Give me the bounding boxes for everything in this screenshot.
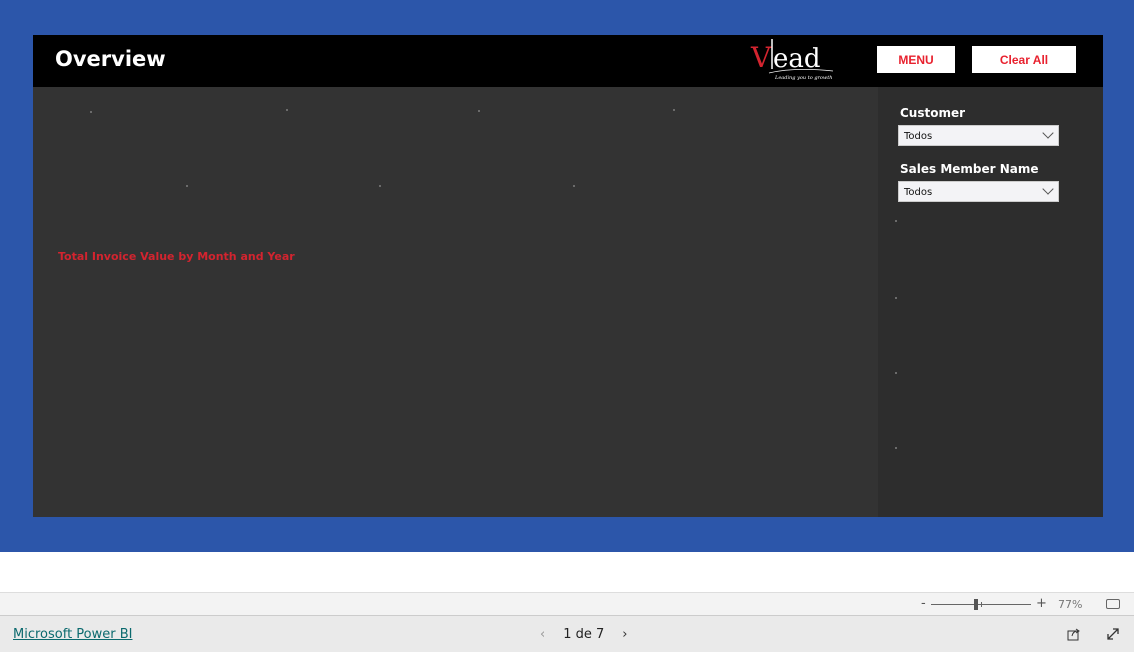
zoom-bar: - + 77% — [0, 592, 1134, 616]
sales-member-slicer-label: Sales Member Name — [900, 162, 1039, 176]
page-navigator: ‹ 1 de 7 › — [540, 627, 627, 642]
power-bi-link[interactable]: Microsoft Power BI — [13, 627, 132, 642]
placeholder-dot — [895, 447, 897, 449]
report-canvas: Overview V ead Leading you to growth MEN… — [0, 0, 1134, 552]
placeholder-dot — [379, 185, 381, 187]
fullscreen-icon[interactable] — [1106, 627, 1120, 641]
svg-text:V: V — [750, 41, 772, 74]
zoom-slider-thumb[interactable] — [974, 599, 978, 610]
placeholder-dot — [673, 109, 675, 111]
placeholder-dot — [895, 297, 897, 299]
footer-bar: Microsoft Power BI ‹ 1 de 7 › — [0, 616, 1134, 652]
report-page: Overview V ead Leading you to growth MEN… — [33, 35, 1103, 517]
placeholder-dot — [186, 185, 188, 187]
share-icon[interactable] — [1067, 627, 1081, 641]
placeholder-dot — [90, 111, 92, 113]
page-indicator: 1 de 7 — [563, 627, 605, 642]
zoom-slider[interactable] — [931, 599, 1031, 610]
next-page-button[interactable]: › — [622, 627, 627, 642]
customer-slicer-label: Customer — [900, 106, 966, 120]
menu-button[interactable]: MENU — [877, 46, 955, 73]
filter-panel: Customer Todos Sales Member Name Todos — [878, 87, 1103, 517]
fit-to-page-icon[interactable] — [1106, 599, 1120, 609]
customer-dropdown[interactable]: Todos — [898, 125, 1059, 146]
svg-text:Leading you to growth: Leading you to growth — [774, 75, 832, 81]
zoom-level: 77% — [1058, 598, 1083, 611]
placeholder-dot — [573, 185, 575, 187]
placeholder-dot — [895, 372, 897, 374]
chevron-down-icon — [1042, 183, 1054, 195]
sales-member-value: Todos — [904, 187, 933, 198]
page-title: Overview — [55, 47, 166, 71]
chevron-down-icon — [1042, 127, 1054, 139]
vlead-logo: V ead Leading you to growth — [750, 39, 834, 81]
placeholder-dot — [286, 109, 288, 111]
zoom-slider-tick — [981, 602, 982, 607]
previous-page-button[interactable]: ‹ — [540, 627, 545, 642]
clear-all-button[interactable]: Clear All — [972, 46, 1076, 73]
zoom-out-button[interactable]: - — [921, 596, 926, 611]
zoom-in-button[interactable]: + — [1036, 596, 1047, 611]
placeholder-dot — [478, 110, 480, 112]
placeholder-dot — [895, 220, 897, 222]
sales-member-dropdown[interactable]: Todos — [898, 181, 1059, 202]
report-header: Overview V ead Leading you to growth MEN… — [33, 35, 1103, 87]
customer-value: Todos — [904, 131, 933, 142]
chart-title: Total Invoice Value by Month and Year — [58, 250, 295, 263]
